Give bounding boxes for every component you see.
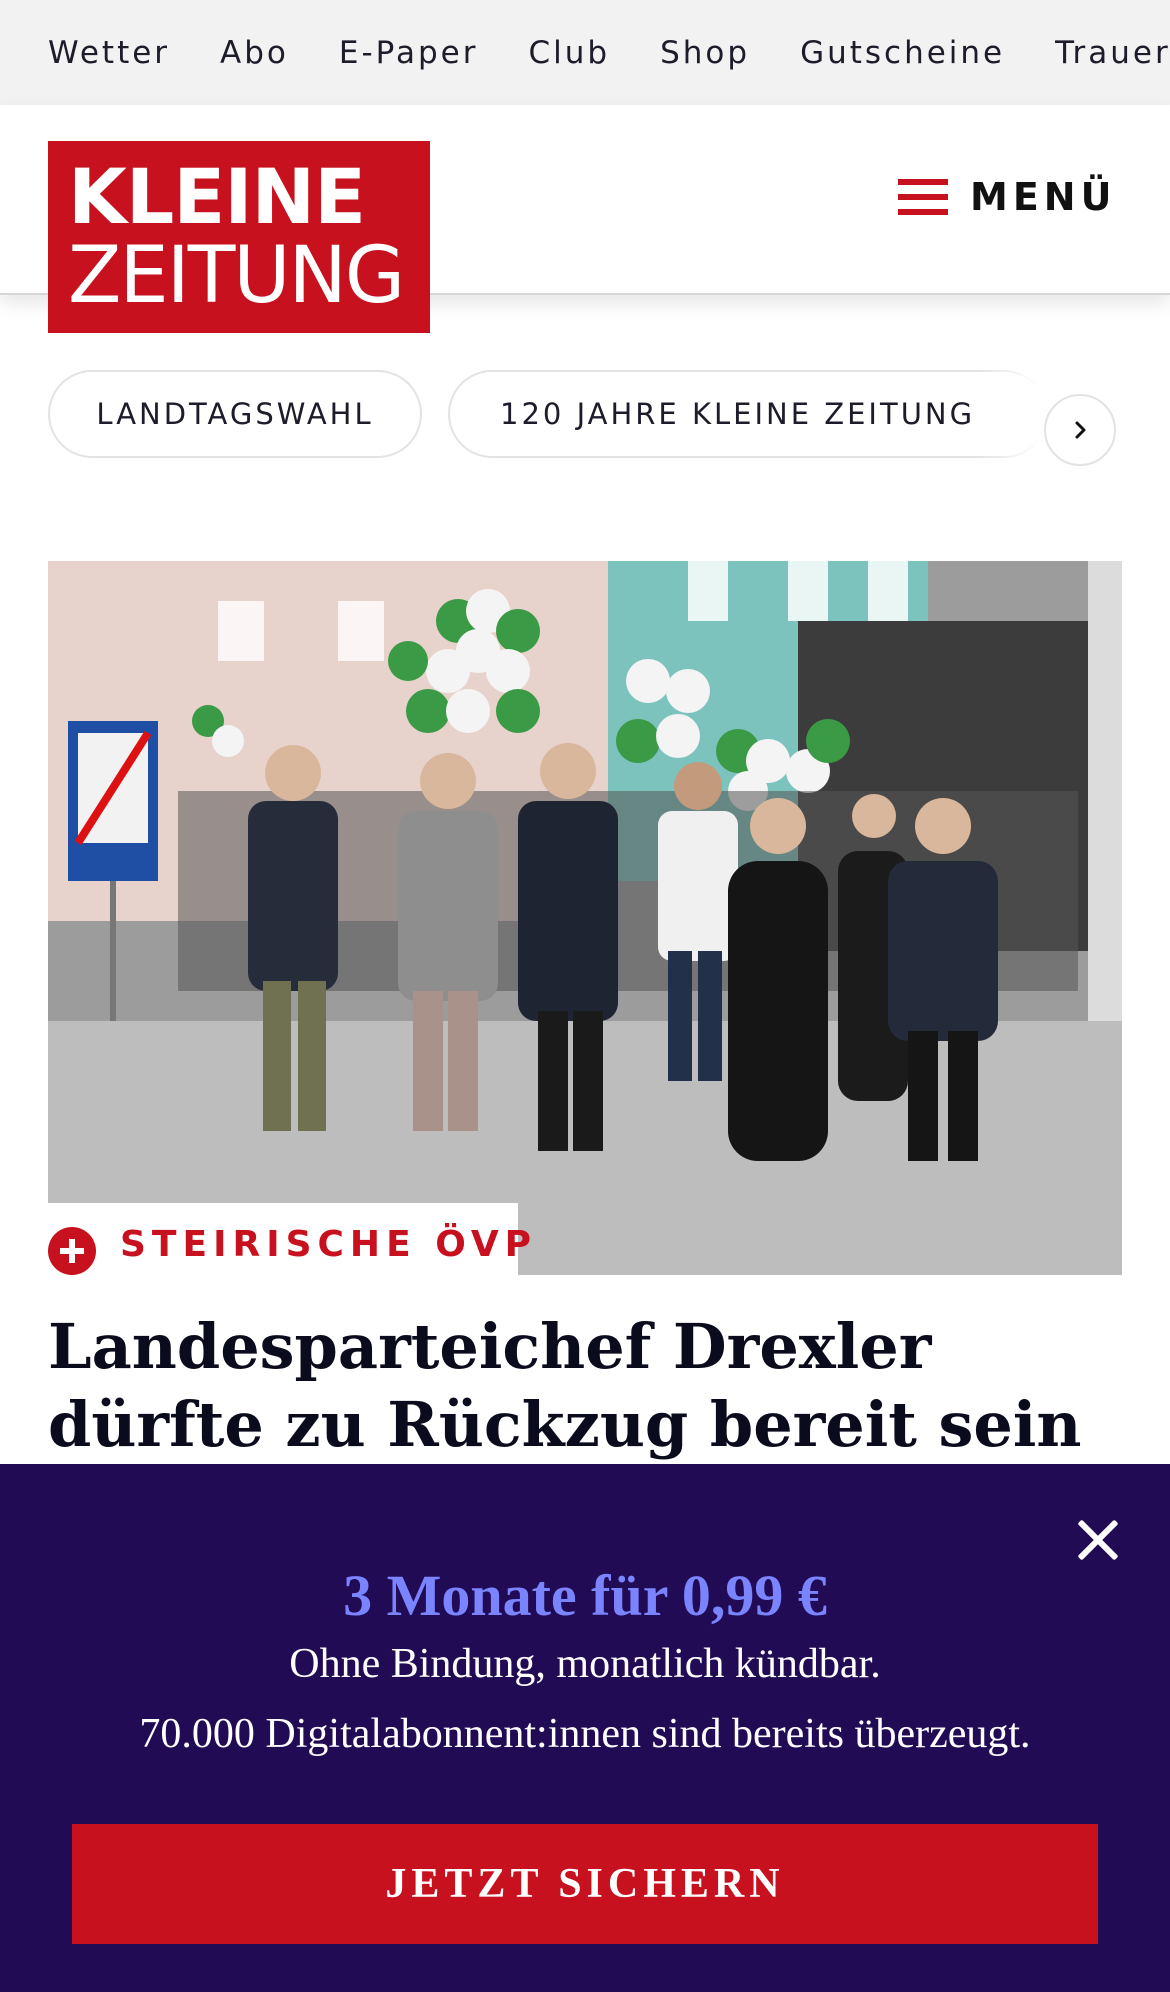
menu-button[interactable]: MENÜ xyxy=(898,169,1116,225)
logo-line-2: ZEITUNG xyxy=(68,231,405,321)
menu-label: MENÜ xyxy=(970,175,1117,219)
site-logo[interactable]: KLEINE ZEITUNG xyxy=(48,141,430,333)
plus-circle-icon xyxy=(48,1227,96,1275)
article-kicker[interactable]: STEIRISCHE ÖVP xyxy=(120,1224,537,1265)
article-hero-image[interactable] xyxy=(48,561,1122,1275)
topic-pill-landtagswahl[interactable]: LANDTAGSWAHL xyxy=(48,370,422,458)
topic-pill-120-jahre[interactable]: 120 JAHRE KLEINE ZEITUNG xyxy=(448,370,1048,458)
utility-nav: Wetter Abo E-Paper Club Shop Gutscheine … xyxy=(0,0,1170,105)
utility-link-trauerportal[interactable]: Trauerp xyxy=(1055,35,1170,71)
subscribe-cta-button[interactable]: JETZT SICHERN xyxy=(72,1824,1098,1944)
offer-title: 3 Monate für 0,99 € xyxy=(343,1563,827,1628)
utility-link-gutscheine[interactable]: Gutscheine xyxy=(800,35,1005,71)
utility-link-abo[interactable]: Abo xyxy=(220,35,289,71)
topic-pills: LANDTAGSWAHL 120 JAHRE KLEINE ZEITUNG xyxy=(48,370,1128,480)
utility-link-club[interactable]: Club xyxy=(528,35,610,71)
utility-link-wetter[interactable]: Wetter xyxy=(48,35,170,71)
site-header: KLEINE ZEITUNG MENÜ xyxy=(0,105,1170,333)
close-icon[interactable] xyxy=(1070,1512,1126,1568)
article-headline[interactable]: Landesparteichef Drexler dürfte zu Rückz… xyxy=(48,1308,1128,1464)
pills-next-button[interactable] xyxy=(1044,394,1116,466)
utility-link-shop[interactable]: Shop xyxy=(660,35,750,71)
utility-link-epaper[interactable]: E-Paper xyxy=(339,35,479,71)
chevron-right-icon xyxy=(1075,421,1086,439)
offer-line-1: Ohne Bindung, monatlich kündbar. xyxy=(289,1641,881,1687)
offer-line-2: 70.000 Digitalabonnent:innen sind bereit… xyxy=(139,1711,1031,1757)
photo-icon xyxy=(48,561,1122,1275)
hamburger-icon xyxy=(898,179,948,215)
logo-line-1: KLEINE xyxy=(68,152,366,241)
